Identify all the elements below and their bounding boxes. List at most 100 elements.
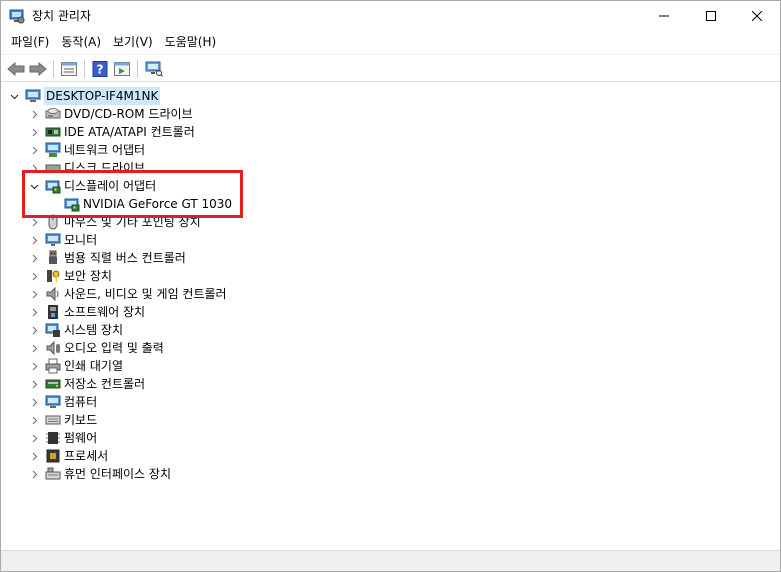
category-label: 컴퓨터 <box>64 395 98 409</box>
update-driver-button[interactable] <box>111 58 133 80</box>
menu-bar: 파일(F) 동작(A) 보기(V) 도움말(H) <box>1 31 780 53</box>
expand-chevron-icon[interactable] <box>29 123 39 141</box>
expand-chevron-icon[interactable] <box>29 375 39 393</box>
scan-hardware-button[interactable] <box>143 58 165 80</box>
monitor-icon <box>45 232 61 248</box>
expand-chevron-icon[interactable] <box>29 321 39 339</box>
minimize-button[interactable] <box>641 1 687 31</box>
expand-chevron-icon[interactable] <box>29 285 39 303</box>
expand-chevron-icon[interactable] <box>29 249 39 267</box>
toolbar-separator <box>137 60 138 78</box>
category-label: 시스템 장치 <box>64 323 124 337</box>
tree-category-node[interactable]: 오디오 입력 및 출력 <box>1 339 780 357</box>
menu-action[interactable]: 동작(A) <box>55 32 107 52</box>
security-key-icon <box>45 268 61 284</box>
title-bar[interactable]: 장치 관리자 <box>1 1 780 31</box>
expand-chevron-icon[interactable] <box>29 357 39 375</box>
tree-category-node[interactable]: 키보드 <box>1 411 780 429</box>
expand-chevron-icon[interactable] <box>29 411 39 429</box>
usb-icon <box>45 250 61 266</box>
tree-category-node[interactable]: 인쇄 대기열 <box>1 357 780 375</box>
properties-button[interactable] <box>58 58 80 80</box>
tree-category-node[interactable]: 디스플레이 어댑터 <box>1 177 780 195</box>
menu-help[interactable]: 도움말(H) <box>159 32 223 52</box>
expand-chevron-icon[interactable] <box>29 339 39 357</box>
collapse-chevron-icon[interactable] <box>29 177 39 195</box>
category-label: 디스크 드라이브 <box>64 161 146 175</box>
properties-icon <box>61 62 77 76</box>
hid-icon <box>45 466 61 482</box>
device-tree: DESKTOP-IF4M1NK DVD/CD-ROM 드라이브 IDE ATA/AT… <box>1 83 780 549</box>
expand-chevron-icon[interactable] <box>29 213 39 231</box>
tree-device-node[interactable]: NVIDIA GeForce GT 1030 <box>1 195 780 213</box>
tree-category-node[interactable]: 휴먼 인터페이스 장치 <box>1 465 780 483</box>
speaker-icon <box>45 286 61 302</box>
expand-chevron-icon[interactable] <box>29 465 39 483</box>
tree-category-node[interactable]: DVD/CD-ROM 드라이브 <box>1 105 780 123</box>
expand-chevron-icon[interactable] <box>29 267 39 285</box>
back-arrow-icon <box>7 62 25 76</box>
help-icon: ? <box>92 61 108 77</box>
display-adapter-icon <box>45 178 61 194</box>
device-label: NVIDIA GeForce GT 1030 <box>83 197 233 211</box>
category-label: 오디오 입력 및 출력 <box>64 341 164 355</box>
category-label: 네트워크 어댑터 <box>64 143 146 157</box>
computer-icon <box>45 394 61 410</box>
category-label: 키보드 <box>64 413 98 427</box>
expand-chevron-icon[interactable] <box>29 393 39 411</box>
expand-chevron-icon[interactable] <box>29 231 39 249</box>
tree-category-node[interactable]: IDE ATA/ATAPI 컨트롤러 <box>1 123 780 141</box>
tree-category-node[interactable]: 소프트웨어 장치 <box>1 303 780 321</box>
tree-category-node[interactable]: 네트워크 어댑터 <box>1 141 780 159</box>
disk-drive-icon <box>45 160 61 176</box>
category-label: 마우스 및 기타 포인팅 장치 <box>64 215 201 229</box>
forward-button[interactable] <box>27 58 49 80</box>
device-manager-icon <box>9 8 25 24</box>
back-button[interactable] <box>5 58 27 80</box>
keyboard-icon <box>45 412 61 428</box>
tree-category-node[interactable]: 사운드, 비디오 및 게임 컨트롤러 <box>1 285 780 303</box>
tree-category-node[interactable]: 저장소 컨트롤러 <box>1 375 780 393</box>
tree-category-node[interactable]: 컴퓨터 <box>1 393 780 411</box>
computer-icon <box>25 88 41 104</box>
printer-icon <box>45 358 61 374</box>
maximize-icon <box>706 11 716 21</box>
tree-category-node[interactable]: 시스템 장치 <box>1 321 780 339</box>
system-device-icon <box>45 322 61 338</box>
scan-hardware-icon <box>145 61 163 77</box>
category-label: 프로세서 <box>64 449 109 463</box>
device-manager-window: 장치 관리자 파일(F) 동작(A) 보기(V) 도움말(H) ? DESKTO… <box>0 0 781 572</box>
tree-root-node[interactable]: DESKTOP-IF4M1NK <box>1 87 780 105</box>
minimize-icon <box>659 15 669 17</box>
close-button[interactable] <box>734 1 780 31</box>
forward-arrow-icon <box>29 62 47 76</box>
collapse-chevron-icon[interactable] <box>9 87 19 105</box>
category-label: 펌웨어 <box>64 431 98 445</box>
toolbar: ? <box>1 54 780 82</box>
tree-category-node[interactable]: 디스크 드라이브 <box>1 159 780 177</box>
expand-chevron-icon[interactable] <box>29 159 39 177</box>
category-label: DVD/CD-ROM 드라이브 <box>64 107 193 121</box>
category-label: 사운드, 비디오 및 게임 컨트롤러 <box>64 287 227 301</box>
tree-category-node[interactable]: 펌웨어 <box>1 429 780 447</box>
menu-view[interactable]: 보기(V) <box>107 32 159 52</box>
category-label: 모니터 <box>64 233 98 247</box>
tree-category-node[interactable]: 범용 직렬 버스 컨트롤러 <box>1 249 780 267</box>
menu-file[interactable]: 파일(F) <box>5 32 55 52</box>
tree-category-node[interactable]: 보안 장치 <box>1 267 780 285</box>
expand-chevron-icon[interactable] <box>29 105 39 123</box>
dvd-drive-icon <box>45 106 61 122</box>
expand-chevron-icon[interactable] <box>29 447 39 465</box>
expand-chevron-icon[interactable] <box>29 141 39 159</box>
ide-controller-icon <box>45 124 61 140</box>
category-label: 디스플레이 어댑터 <box>64 179 157 193</box>
display-adapter-icon <box>64 196 80 212</box>
tree-category-node[interactable]: 프로세서 <box>1 447 780 465</box>
close-icon <box>752 11 762 21</box>
tree-category-node[interactable]: 모니터 <box>1 231 780 249</box>
tree-category-node[interactable]: 마우스 및 기타 포인팅 장치 <box>1 213 780 231</box>
help-button[interactable]: ? <box>89 58 111 80</box>
maximize-button[interactable] <box>688 1 734 31</box>
expand-chevron-icon[interactable] <box>29 303 39 321</box>
expand-chevron-icon[interactable] <box>29 429 39 447</box>
